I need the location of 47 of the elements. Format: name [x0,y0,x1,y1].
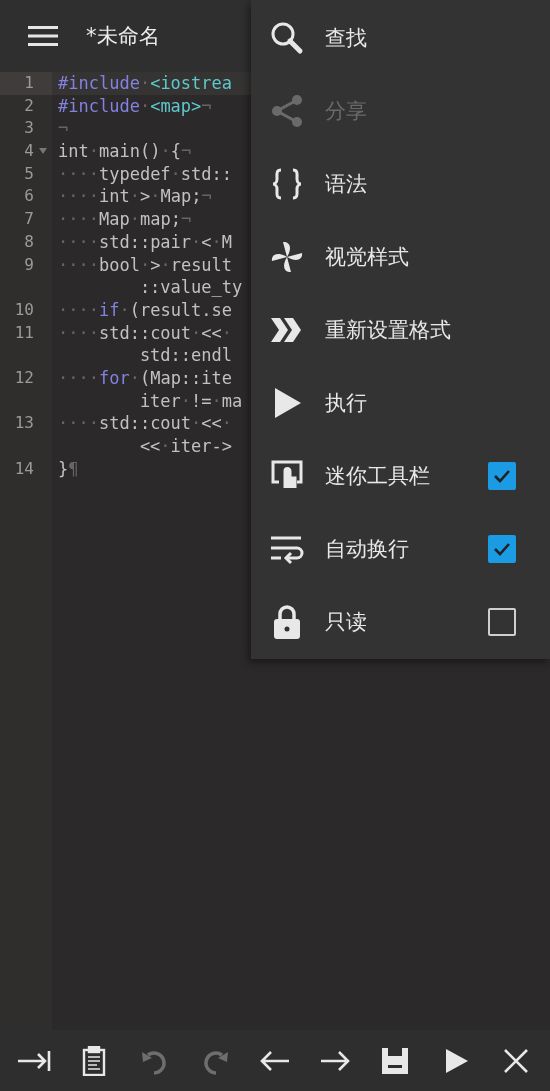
code-line: ····bool·>·result [58,254,233,275]
line-number: 8 [23,230,34,253]
code-line: int·main()·{¬ [58,141,192,162]
line-number: 12 [13,366,34,389]
line-number: 2 [23,94,34,117]
code-line: #include·<map>¬ [58,95,212,116]
line-number: 1 [23,72,34,94]
line-number: 11 [13,321,34,344]
code-line: #include·<iostrea [58,73,233,93]
checkbox[interactable] [488,607,516,636]
code-line: ····std::pair·<·M [58,231,233,252]
checkbox[interactable] [488,461,516,490]
line-number: 10 [13,298,34,321]
checkbox[interactable] [488,534,516,563]
code-line: std::endl [139,345,232,366]
code-line: ····std::cout·<<· [58,413,233,434]
code-line: ····Map·map;¬ [58,209,192,230]
menu-item[interactable]: 自动换行 [325,534,488,563]
share-icon [269,92,305,129]
menu-item[interactable]: 执行 [325,388,550,417]
line-number: 7 [23,208,34,231]
fold-arrow-icon[interactable] [39,148,47,155]
line-number: 3 [23,117,34,140]
code-line: <<·iter-> [139,436,233,456]
line-number: 14 [13,457,34,480]
code-line: ¬ [58,118,69,139]
code-line: iter·!=·ma [139,390,243,411]
code-line: ····std::cout·<<· [58,322,233,343]
line-number: 13 [13,412,34,435]
code-line: ····int·>·Map;¬ [58,186,212,207]
code-line: ····for·(Map::ite [58,367,233,388]
code-line: ::value_ty [139,277,243,298]
menu-icon[interactable] [28,25,58,47]
line-number: 5 [23,162,34,185]
menu-item[interactable]: 查找 [325,23,550,52]
menu-item[interactable]: 语法 [325,169,550,198]
menu-item[interactable]: 只读 [325,607,488,636]
line-number: 4 [23,140,34,163]
menu-item[interactable]: 重新设置格式 [325,315,550,344]
document-title: *未命名 [86,23,160,50]
menu-item[interactable]: 迷你工具栏 [325,461,488,490]
code-line: ····typedef·std:: [58,163,233,184]
line-number: 6 [23,185,34,208]
menu-item[interactable]: 视觉样式 [325,242,550,271]
code-line: }¶ [58,458,79,479]
line-number: 9 [23,253,34,276]
code-line: ····if·(result.se [58,299,233,320]
